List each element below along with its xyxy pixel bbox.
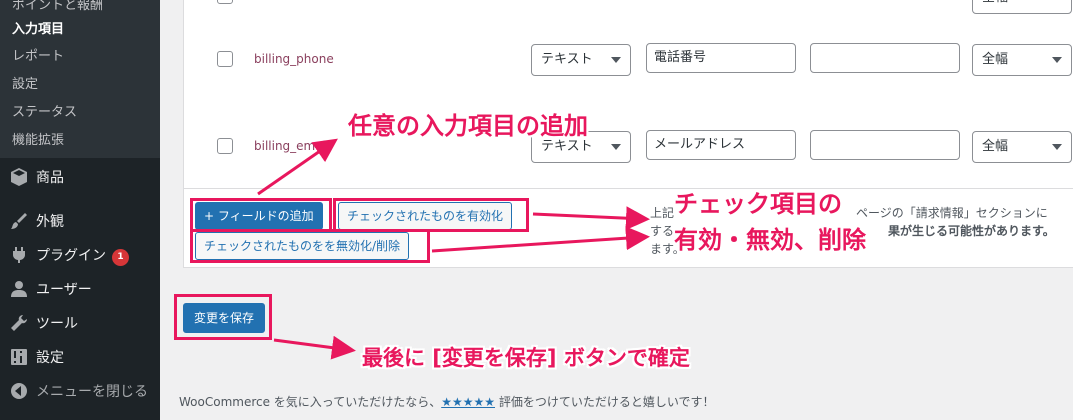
plug-icon xyxy=(13,247,25,263)
submenu-item-fields[interactable]: 入力項目 xyxy=(12,18,64,37)
annotation-check-items-line2: 有効・無効、削除 xyxy=(674,226,866,254)
rating-stars-link[interactable]: ★★★★★ xyxy=(441,395,495,409)
width-select[interactable]: 全幅 xyxy=(972,0,1072,14)
width-select-value: 全幅 xyxy=(982,139,1009,154)
footer-suffix: 評価をつけていただけると嬉しいです！ xyxy=(495,395,715,409)
menu-label-tools: ツール xyxy=(36,316,78,332)
menu-item-products[interactable]: 商品 xyxy=(0,160,160,194)
highlight-add-field xyxy=(190,198,332,232)
paintbrush-icon xyxy=(11,213,27,229)
admin-sidebar: ポイントと報酬 入力項目 レポート 設定 ステータス 機能拡張 商品 外観 プラ… xyxy=(0,0,160,420)
width-select[interactable]: 全幅 xyxy=(972,131,1072,163)
annotation-add-item: 任意の入力項目の追加 xyxy=(348,112,588,140)
label-input[interactable]: メールアドレス xyxy=(646,130,796,160)
submenu-item-status[interactable]: ステータス xyxy=(12,101,77,120)
table-footer-divider xyxy=(183,188,1073,189)
chevron-down-icon xyxy=(611,144,621,150)
highlight-disable-checked xyxy=(190,229,430,263)
wrench-icon xyxy=(11,315,27,331)
woocommerce-submenu: ポイントと報酬 入力項目 レポート 設定 ステータス 機能拡張 xyxy=(0,0,160,158)
note-line2-left: する xyxy=(650,224,675,238)
menu-label-collapse: メニューを閉じる xyxy=(36,384,148,400)
box-icon xyxy=(11,168,27,186)
label-input[interactable]: 電話番号 xyxy=(646,43,796,73)
menu-label-products: 商品 xyxy=(36,170,64,186)
field-key[interactable]: billing_phone xyxy=(254,52,334,66)
chevron-down-icon xyxy=(1052,57,1062,63)
annotation-save-confirm: 最後に [変更を保存] ボタンで確定 xyxy=(362,346,690,370)
type-select-value: テキスト xyxy=(541,52,593,67)
collapse-menu-button[interactable]: メニューを閉じる xyxy=(0,374,160,408)
row-checkbox[interactable] xyxy=(217,138,233,154)
settings-icon xyxy=(11,349,27,365)
chevron-down-icon xyxy=(611,57,621,63)
field-key[interactable]: billing_email xyxy=(254,139,329,153)
menu-label-settings: 設定 xyxy=(36,350,64,366)
note-line2-right: 果が生じる可能性があります。 xyxy=(888,224,1055,238)
submenu-item-settings[interactable]: 設定 xyxy=(12,73,38,92)
submenu-item-reports[interactable]: レポート xyxy=(12,45,64,64)
type-select[interactable]: テキスト xyxy=(531,44,631,76)
footer-rating-text: WooCommerce を気に入っていただけたなら、★★★★★ 評価をつけていた… xyxy=(179,393,714,410)
arrow-save xyxy=(273,335,356,360)
highlight-save xyxy=(174,294,272,340)
annotation-check-items-line1: チェック項目の xyxy=(674,190,842,218)
menu-item-users[interactable]: ユーザー xyxy=(0,272,160,306)
type-select-value: テキスト xyxy=(541,139,593,154)
note-line1-right: ページの「請求情報」セクションに xyxy=(856,206,1048,220)
menu-label-plugins: プラグイン xyxy=(36,248,106,264)
menu-item-settings[interactable]: 設定 xyxy=(0,340,160,374)
width-select-value: 全幅 xyxy=(982,52,1009,67)
chevron-down-icon xyxy=(1052,144,1062,150)
footer-prefix: WooCommerce を気に入っていただけたなら、 xyxy=(179,395,442,409)
menu-label-users: ユーザー xyxy=(36,282,92,298)
width-select[interactable]: 全幅 xyxy=(972,44,1072,76)
menu-item-appearance[interactable]: 外観 xyxy=(0,204,160,238)
highlight-enable-checked xyxy=(333,198,529,232)
update-count-badge: 1 xyxy=(112,249,129,266)
menu-item-tools[interactable]: ツール xyxy=(0,306,160,340)
menu-item-plugins[interactable]: プラグイン 1 xyxy=(0,238,160,272)
menu-label-appearance: 外観 xyxy=(36,214,64,230)
note-line1-left: 上記 xyxy=(650,206,675,220)
placeholder-input[interactable] xyxy=(810,43,960,73)
row-checkbox[interactable] xyxy=(217,0,233,4)
user-icon xyxy=(11,281,27,297)
collapse-icon xyxy=(11,383,27,399)
row-checkbox[interactable] xyxy=(217,51,233,67)
submenu-item-extensions[interactable]: 機能拡張 xyxy=(12,129,64,148)
width-select-value: 全幅 xyxy=(982,0,1008,5)
placeholder-input[interactable] xyxy=(810,130,960,160)
submenu-item-points[interactable]: ポイントと報酬 xyxy=(12,0,103,13)
